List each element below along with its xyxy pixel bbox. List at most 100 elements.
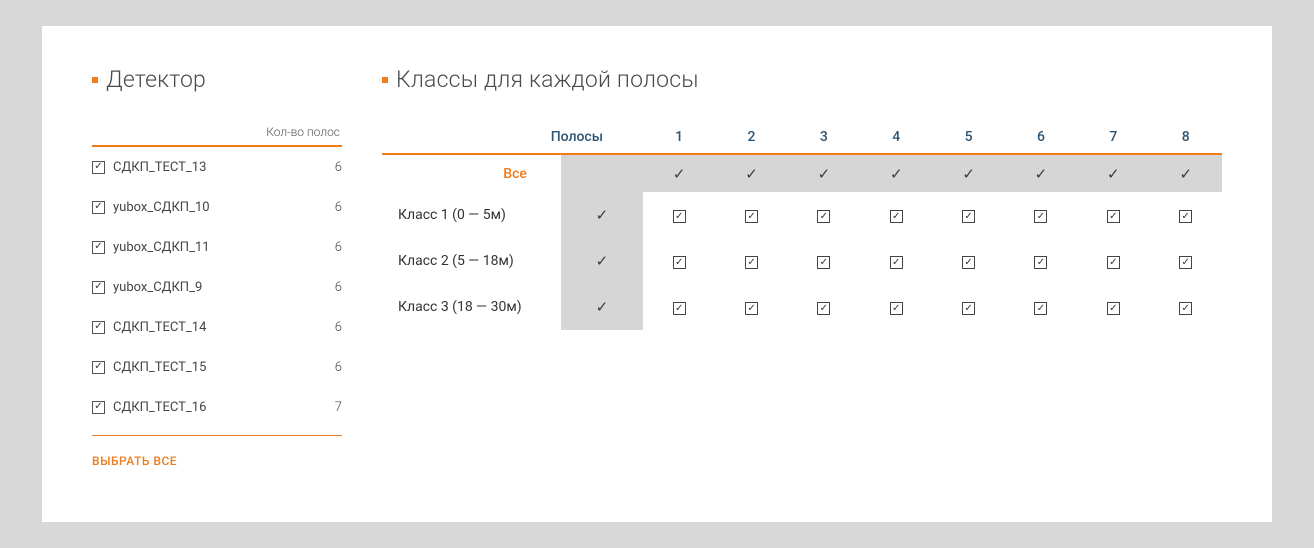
class-lane-cell (1005, 192, 1077, 238)
bullet-icon (92, 77, 98, 83)
detector-column-header: Кол-во полос (92, 123, 342, 147)
detector-checkbox[interactable] (92, 361, 105, 374)
class-lane-checkbox[interactable] (1179, 302, 1192, 315)
bullet-icon (382, 77, 388, 83)
class-lane-checkbox[interactable] (890, 302, 903, 315)
class-lane-checkbox[interactable] (890, 256, 903, 269)
class-lane-cell (1150, 192, 1223, 238)
class-lane-cell (643, 238, 715, 284)
class-lane-cell (1077, 238, 1149, 284)
class-label: Класс 2 (5 — 18м) (382, 238, 561, 284)
class-lane-checkbox[interactable] (745, 302, 758, 315)
all-lane-cell[interactable]: ✓ (1077, 154, 1149, 192)
check-icon: ✓ (1035, 165, 1048, 183)
check-icon: ✓ (596, 206, 609, 224)
detector-heading: Детектор (92, 66, 342, 93)
detector-row: СДКП_ТЕСТ_136 (92, 147, 342, 187)
class-lane-checkbox[interactable] (962, 302, 975, 315)
class-lane-checkbox[interactable] (1107, 302, 1120, 315)
class-lane-checkbox[interactable] (1179, 210, 1192, 223)
detector-lane-count: 6 (335, 360, 342, 375)
detector-row: СДКП_ТЕСТ_156 (92, 347, 342, 387)
class-lane-checkbox[interactable] (962, 256, 975, 269)
detector-panel: Детектор Кол-во полос СДКП_ТЕСТ_136yubox… (92, 66, 342, 469)
all-lane-cell[interactable]: ✓ (715, 154, 787, 192)
class-lane-cell (860, 238, 932, 284)
detector-checkbox[interactable] (92, 321, 105, 334)
class-lane-checkbox[interactable] (1034, 210, 1047, 223)
lane-header: 8 (1150, 123, 1223, 153)
classes-heading: Классы для каждой полосы (382, 66, 1222, 93)
all-row-label[interactable]: Все (382, 154, 561, 192)
class-lane-checkbox[interactable] (1107, 256, 1120, 269)
all-lane-cell[interactable]: ✓ (1005, 154, 1077, 192)
detector-row: СДКП_ТЕСТ_146 (92, 307, 342, 347)
check-icon: ✓ (596, 252, 609, 270)
lanes-count-header: Кол-во полос (266, 125, 340, 139)
detector-row: yubox_СДКП_96 (92, 267, 342, 307)
class-lane-checkbox[interactable] (1179, 256, 1192, 269)
all-lane-cell[interactable]: ✓ (788, 154, 860, 192)
class-lane-checkbox[interactable] (962, 210, 975, 223)
detector-checkbox[interactable] (92, 241, 105, 254)
class-lane-checkbox[interactable] (1034, 256, 1047, 269)
class-lane-checkbox[interactable] (1107, 210, 1120, 223)
class-lane-checkbox[interactable] (745, 256, 758, 269)
class-all-cell[interactable]: ✓ (561, 238, 643, 284)
all-lane-cell[interactable]: ✓ (643, 154, 715, 192)
class-lane-checkbox[interactable] (673, 302, 686, 315)
detector-checkbox[interactable] (92, 281, 105, 294)
detector-checkbox[interactable] (92, 401, 105, 414)
class-lane-cell (860, 284, 932, 330)
detector-checkbox[interactable] (92, 161, 105, 174)
detector-row: yubox_СДКП_116 (92, 227, 342, 267)
class-lane-checkbox[interactable] (1034, 302, 1047, 315)
detector-divider (92, 435, 342, 436)
classes-panel: Классы для каждой полосы Полосы12345678 … (382, 66, 1222, 469)
check-icon: ✓ (673, 165, 686, 183)
detector-checkbox[interactable] (92, 201, 105, 214)
lane-header: 1 (643, 123, 715, 153)
class-lane-matrix: Полосы12345678 Все✓✓✓✓✓✓✓✓Класс 1 (0 — 5… (382, 123, 1222, 330)
class-lane-cell (643, 192, 715, 238)
detector-list: СДКП_ТЕСТ_136yubox_СДКП_106yubox_СДКП_11… (92, 147, 342, 427)
check-icon: ✓ (1107, 165, 1120, 183)
class-lane-cell (788, 192, 860, 238)
lane-header: 5 (932, 123, 1004, 153)
all-lane-cell[interactable]: ✓ (1150, 154, 1223, 192)
detector-name: yubox_СДКП_10 (113, 200, 335, 215)
detector-lane-count: 6 (335, 240, 342, 255)
class-lane-checkbox[interactable] (817, 256, 830, 269)
class-lane-cell (1077, 284, 1149, 330)
check-icon: ✓ (818, 165, 831, 183)
class-label: Класс 1 (0 — 5м) (382, 192, 561, 238)
lane-header: 3 (788, 123, 860, 153)
select-all-button[interactable]: ВЫБРАТЬ ВСЕ (92, 454, 177, 468)
class-all-cell[interactable]: ✓ (561, 284, 643, 330)
class-lane-cell (1005, 284, 1077, 330)
class-all-cell[interactable]: ✓ (561, 192, 643, 238)
class-lane-checkbox[interactable] (817, 210, 830, 223)
lane-header: 6 (1005, 123, 1077, 153)
detector-name: СДКП_ТЕСТ_13 (113, 160, 335, 175)
class-lane-cell (715, 192, 787, 238)
class-lane-cell (788, 284, 860, 330)
detector-lane-count: 6 (335, 200, 342, 215)
detector-lane-count: 6 (335, 320, 342, 335)
check-icon: ✓ (890, 165, 903, 183)
detector-lane-count: 7 (335, 400, 342, 415)
class-lane-checkbox[interactable] (890, 210, 903, 223)
class-lane-cell (932, 192, 1004, 238)
class-lane-checkbox[interactable] (673, 256, 686, 269)
classes-title: Классы для каждой полосы (396, 66, 699, 93)
class-lane-checkbox[interactable] (673, 210, 686, 223)
config-card: Детектор Кол-во полос СДКП_ТЕСТ_136yubox… (42, 26, 1272, 522)
all-lane-cell[interactable]: ✓ (932, 154, 1004, 192)
class-lane-checkbox[interactable] (817, 302, 830, 315)
class-label: Класс 3 (18 — 30м) (382, 284, 561, 330)
all-lane-cell[interactable]: ✓ (860, 154, 932, 192)
class-row: Класс 1 (0 — 5м) ✓ (382, 192, 1222, 238)
class-lane-cell (1077, 192, 1149, 238)
class-lane-cell (1150, 238, 1223, 284)
class-lane-checkbox[interactable] (745, 210, 758, 223)
